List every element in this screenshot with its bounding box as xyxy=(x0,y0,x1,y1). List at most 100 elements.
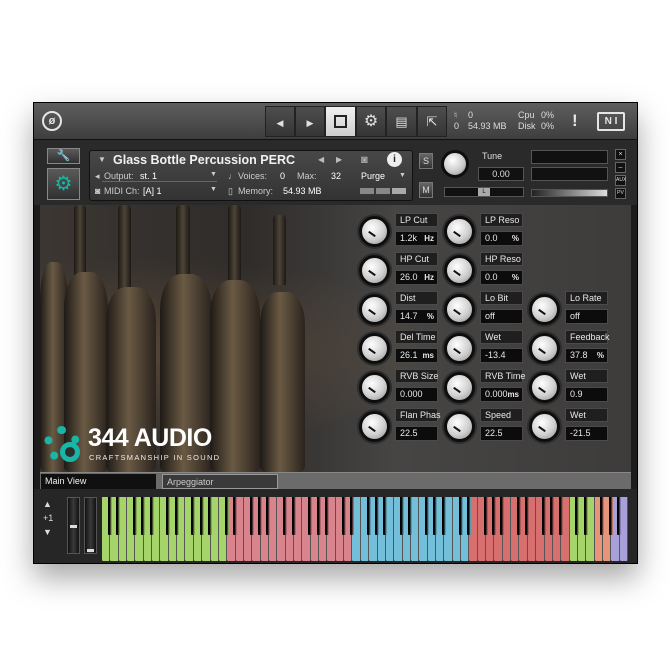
max-value[interactable]: 32 xyxy=(331,171,341,181)
param-knob-6[interactable] xyxy=(529,294,560,325)
param-knob-12[interactable] xyxy=(529,372,560,403)
minimize-icon[interactable]: – xyxy=(615,162,626,173)
black-key[interactable] xyxy=(291,497,296,535)
octave-up-icon[interactable]: ▲ xyxy=(43,499,52,509)
tune-knob[interactable] xyxy=(441,150,469,178)
pv-button[interactable]: PV xyxy=(615,188,626,199)
black-key[interactable] xyxy=(341,497,346,535)
black-key[interactable] xyxy=(316,497,321,535)
octave-down-icon[interactable]: ▼ xyxy=(43,527,52,537)
black-key[interactable] xyxy=(283,497,288,535)
param-value[interactable]: 22.5 xyxy=(395,426,438,441)
collapse-chevron-icon[interactable]: ▼ xyxy=(98,155,106,164)
midi-dropdown-icon[interactable]: ▼ xyxy=(210,186,217,193)
next-snapshot-icon[interactable]: ▶ xyxy=(336,155,342,164)
black-key[interactable] xyxy=(408,497,413,535)
param-value[interactable]: 22.5 xyxy=(480,426,523,441)
black-key[interactable] xyxy=(308,497,313,535)
param-knob-8[interactable] xyxy=(444,333,475,364)
black-key[interactable] xyxy=(224,497,229,535)
white-key[interactable] xyxy=(268,497,278,561)
param-value[interactable]: 1.2k Hz xyxy=(395,231,438,246)
piano-keyboard[interactable] xyxy=(102,497,628,561)
pitch-wheel[interactable] xyxy=(67,497,80,554)
black-key[interactable] xyxy=(542,497,546,535)
black-key[interactable] xyxy=(483,497,488,535)
param-value[interactable]: 26.1 ms xyxy=(395,348,438,363)
black-key[interactable] xyxy=(575,497,580,535)
param-knob-9[interactable] xyxy=(529,333,560,364)
settings-button[interactable]: ⚙ xyxy=(356,106,386,137)
black-key[interactable] xyxy=(400,497,405,535)
param-value[interactable]: 14.7% xyxy=(395,309,438,324)
param-value[interactable]: off xyxy=(565,309,608,324)
prev-instrument-button[interactable]: ◀ xyxy=(265,106,295,137)
param-value[interactable]: 37.8% xyxy=(565,348,608,363)
tab-arpeggiator[interactable]: Arpeggiator xyxy=(162,474,278,489)
param-knob-3[interactable] xyxy=(444,255,475,286)
param-value[interactable]: 0.000 ms xyxy=(480,387,523,402)
warning-icon[interactable]: ! xyxy=(572,111,578,131)
black-key[interactable] xyxy=(375,497,380,535)
tab-main-view[interactable]: Main View xyxy=(41,474,156,489)
param-value[interactable]: 0.0% xyxy=(480,270,523,285)
prev-snapshot-icon[interactable]: ◀ xyxy=(318,155,324,164)
black-key[interactable] xyxy=(116,497,121,535)
pan-slider[interactable]: L xyxy=(444,187,524,197)
black-key[interactable] xyxy=(516,497,521,535)
pan-handle[interactable]: L xyxy=(478,188,490,196)
param-value[interactable]: off xyxy=(480,309,523,324)
instrument-name[interactable]: Glass Bottle Percussion PERC xyxy=(113,153,295,167)
black-key[interactable] xyxy=(166,497,171,535)
white-key[interactable] xyxy=(385,497,395,561)
param-knob-11[interactable] xyxy=(444,372,475,403)
save-button[interactable] xyxy=(325,106,356,137)
param-value[interactable]: 26.0 Hz xyxy=(395,270,438,285)
black-key[interactable] xyxy=(266,497,271,535)
resize-button[interactable]: ⇱ xyxy=(417,106,447,137)
param-knob-15[interactable] xyxy=(529,411,560,442)
close-icon[interactable]: × xyxy=(615,149,626,160)
black-key[interactable] xyxy=(141,497,146,535)
info-icon[interactable]: i xyxy=(387,152,402,167)
param-knob-0[interactable] xyxy=(359,216,390,247)
black-key[interactable] xyxy=(174,497,179,535)
black-key[interactable] xyxy=(349,497,354,535)
black-key[interactable] xyxy=(366,497,371,535)
camera-icon[interactable]: ◙ xyxy=(361,154,368,166)
black-key[interactable] xyxy=(441,497,446,535)
black-key[interactable] xyxy=(558,497,563,535)
black-key[interactable] xyxy=(132,497,137,535)
black-key[interactable] xyxy=(500,497,505,535)
mod-wheel[interactable] xyxy=(84,497,97,554)
black-key[interactable] xyxy=(149,497,154,535)
kontakt-logo-icon[interactable]: ø xyxy=(42,111,62,131)
param-value[interactable]: 0.000 xyxy=(395,387,438,402)
black-key[interactable] xyxy=(425,497,430,535)
param-value[interactable]: -13.4 xyxy=(480,348,523,363)
black-key[interactable] xyxy=(249,497,254,535)
black-key[interactable] xyxy=(491,497,496,535)
param-knob-14[interactable] xyxy=(444,411,475,442)
black-key[interactable] xyxy=(525,497,530,535)
param-value[interactable]: 0.9 xyxy=(565,387,608,402)
black-key[interactable] xyxy=(191,497,196,535)
info-gear-button[interactable]: ⚙ xyxy=(47,168,80,200)
black-key[interactable] xyxy=(617,497,622,535)
black-key[interactable] xyxy=(466,497,471,535)
black-key[interactable] xyxy=(233,497,238,535)
tune-value[interactable]: 0.00 xyxy=(478,167,524,181)
param-knob-10[interactable] xyxy=(359,372,390,403)
volume-slider[interactable] xyxy=(531,189,608,197)
black-key[interactable] xyxy=(199,497,204,535)
black-key[interactable] xyxy=(458,497,463,535)
purge-button[interactable]: Purge xyxy=(361,171,385,181)
param-knob-13[interactable] xyxy=(359,411,390,442)
next-instrument-button[interactable]: ▶ xyxy=(295,106,325,137)
white-key[interactable] xyxy=(410,497,420,561)
solo-button[interactable]: S xyxy=(419,153,433,169)
black-key[interactable] xyxy=(324,497,329,535)
black-key[interactable] xyxy=(550,497,555,535)
black-key[interactable] xyxy=(383,497,388,535)
param-value[interactable]: -21.5 xyxy=(565,426,608,441)
